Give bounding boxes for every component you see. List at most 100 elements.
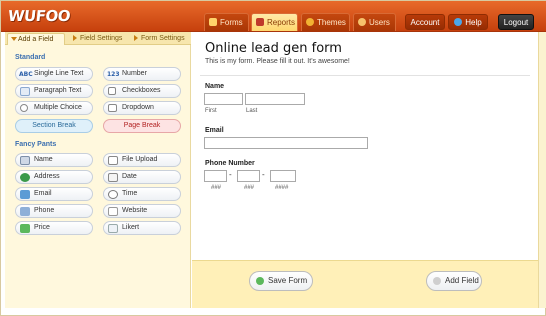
name-question-label: Name: [205, 83, 225, 90]
likert-icon: [108, 224, 118, 233]
add-likert-button[interactable]: Likert: [103, 221, 181, 235]
add-address-button[interactable]: Address: [15, 170, 93, 184]
help-button-label: Help: [465, 18, 482, 27]
section-break-label: Section Break: [32, 122, 76, 129]
add-field-button[interactable]: Add Field: [426, 271, 482, 291]
email-input[interactable]: [204, 137, 368, 149]
nav-tab-themes[interactable]: Themes: [301, 13, 350, 31]
phone-line-input[interactable]: [270, 170, 296, 182]
phone-line-sublabel: ####: [275, 185, 289, 191]
nav-tab-users-label: Users: [369, 18, 390, 27]
add-page-break-button[interactable]: Page Break: [103, 119, 181, 133]
page-break-label: Page Break: [123, 122, 161, 129]
nav-tab-forms-label: Forms: [220, 18, 243, 27]
wufoo-logo[interactable]: WUFOO: [7, 7, 71, 25]
last-name-input[interactable]: [245, 93, 305, 105]
phone-field-label: Phone: [34, 207, 55, 214]
first-name-input[interactable]: [204, 93, 243, 105]
subtab-add-field-label: Add a Field: [18, 36, 54, 43]
file-upload-label: File Upload: [122, 156, 158, 163]
upload-icon: [108, 156, 118, 165]
themes-icon: [306, 18, 314, 26]
add-website-button[interactable]: Website: [103, 204, 181, 218]
email-icon: [20, 190, 30, 199]
nav-tab-themes-label: Themes: [317, 18, 346, 27]
add-paragraph-text-button[interactable]: Paragraph Text: [15, 84, 93, 98]
add-multiple-choice-button[interactable]: Multiple Choice: [15, 101, 93, 115]
phone-area-input[interactable]: [204, 170, 227, 182]
price-icon: [20, 224, 30, 233]
fancy-pants-section-title: Fancy Pants: [15, 141, 57, 148]
logout-button[interactable]: Logout: [498, 14, 534, 30]
builder-subtabs: Add a Field Field Settings Form Settings: [5, 32, 191, 45]
nav-tab-reports[interactable]: Reports: [251, 13, 298, 31]
users-icon: [358, 18, 366, 26]
date-label: Date: [122, 173, 137, 180]
reports-icon: [256, 18, 264, 26]
add-checkboxes-button[interactable]: Checkboxes: [103, 84, 181, 98]
first-sublabel: First: [205, 108, 217, 114]
globe-icon: [20, 173, 30, 182]
number-icon: 123: [107, 71, 120, 78]
dropdown-icon: [108, 104, 117, 112]
form-title[interactable]: Online lead gen form: [205, 41, 342, 56]
right-scroll-gutter: [538, 32, 546, 308]
wufoo-form-builder: WUFOO Forms Reports Themes Users Account…: [0, 0, 546, 316]
subtab-field-settings[interactable]: Field Settings: [70, 33, 130, 45]
add-icon: [433, 277, 441, 285]
paragraph-text-label: Paragraph Text: [34, 87, 82, 94]
title-divider: [200, 75, 530, 76]
add-name-button[interactable]: Name: [15, 153, 93, 167]
clock-icon: [108, 190, 118, 199]
address-label: Address: [34, 173, 60, 180]
save-form-label: Save Form: [268, 276, 308, 285]
add-dropdown-button[interactable]: Dropdown: [103, 101, 181, 115]
website-icon: [108, 207, 118, 216]
email-question-label: Email: [205, 127, 224, 134]
phone-prefix-input[interactable]: [237, 170, 260, 182]
name-icon: [20, 156, 30, 165]
subtab-form-settings[interactable]: Form Settings: [131, 33, 191, 45]
forms-icon: [209, 18, 217, 26]
multiple-choice-label: Multiple Choice: [34, 104, 82, 111]
add-file-upload-button[interactable]: File Upload: [103, 153, 181, 167]
form-preview: Online lead gen form This is my form. Pl…: [192, 32, 538, 260]
help-button[interactable]: Help: [448, 14, 488, 30]
arrow-right-icon: [134, 35, 138, 41]
nav-tab-forms[interactable]: Forms: [204, 13, 249, 31]
name-field-label: Name: [34, 156, 53, 163]
field-palette-panel: Add a Field Field Settings Form Settings…: [5, 32, 191, 308]
account-button[interactable]: Account: [405, 14, 445, 30]
nav-tab-reports-label: Reports: [267, 18, 296, 27]
calendar-icon: [108, 173, 118, 182]
subtab-field-settings-label: Field Settings: [80, 35, 123, 42]
add-price-button[interactable]: Price: [15, 221, 93, 235]
add-email-button[interactable]: Email: [15, 187, 93, 201]
single-line-text-label: Single Line Text: [34, 70, 84, 77]
abc-icon: ABC: [19, 71, 33, 78]
add-time-button[interactable]: Time: [103, 187, 181, 201]
checkmark-icon: [256, 277, 264, 285]
add-number-button[interactable]: 123 Number: [103, 67, 181, 81]
form-description[interactable]: This is my form. Please fill it out. It'…: [205, 58, 350, 65]
save-form-button[interactable]: Save Form: [249, 271, 313, 291]
form-builder-footer: Save Form Add Field: [192, 260, 538, 308]
last-sublabel: Last: [246, 108, 258, 114]
website-label: Website: [122, 207, 148, 214]
add-single-line-text-button[interactable]: ABC Single Line Text: [15, 67, 93, 81]
add-phone-button[interactable]: Phone: [15, 204, 93, 218]
phone-area-sublabel: ###: [211, 185, 222, 191]
phone-prefix-sublabel: ###: [244, 185, 255, 191]
number-label: Number: [122, 70, 147, 77]
arrow-right-icon: [73, 35, 77, 41]
phone-dash: -: [262, 170, 265, 179]
add-date-button[interactable]: Date: [103, 170, 181, 184]
phone-icon: [20, 207, 30, 216]
nav-tab-users[interactable]: Users: [353, 13, 396, 31]
add-section-break-button[interactable]: Section Break: [15, 119, 93, 133]
standard-section-title: Standard: [15, 54, 46, 61]
dropdown-label: Dropdown: [122, 104, 154, 111]
subtab-add-field[interactable]: Add a Field: [7, 33, 65, 45]
paragraph-icon: [20, 87, 30, 96]
phone-question-label: Phone Number: [205, 160, 255, 167]
